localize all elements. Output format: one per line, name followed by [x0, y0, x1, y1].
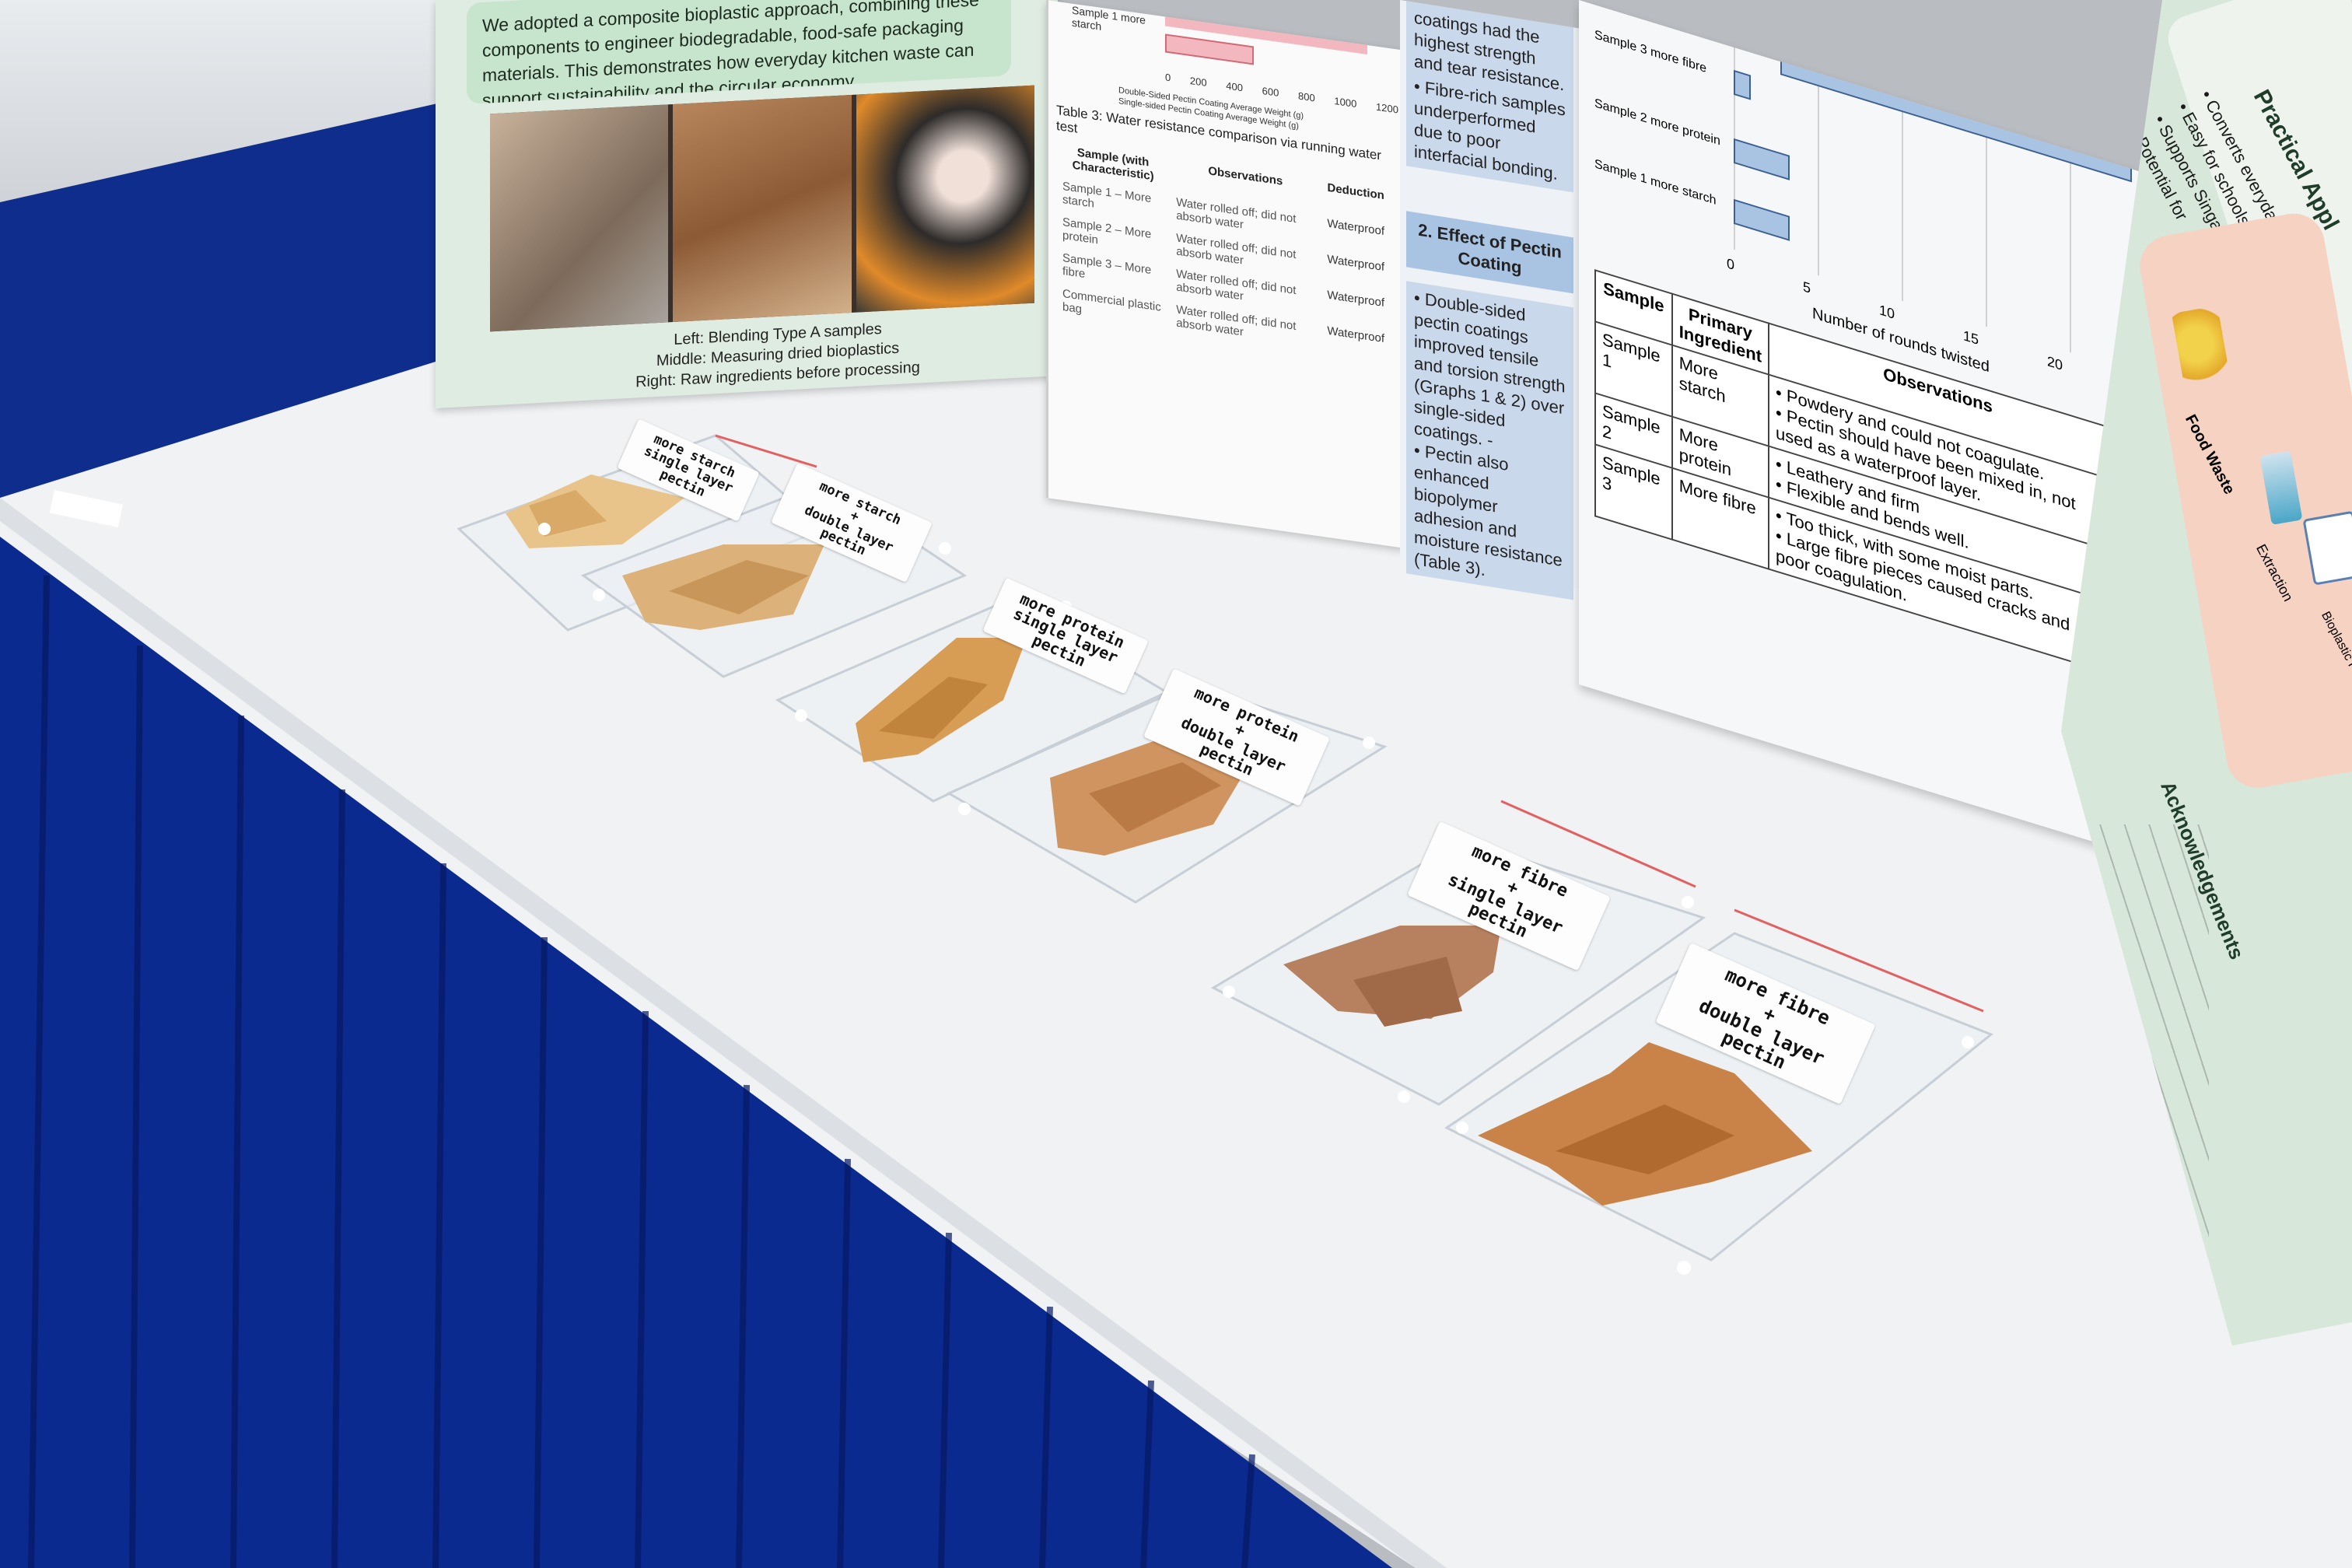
torsion-bar — [1734, 69, 1751, 100]
diagram-label-food-waste: Food Waste — [2181, 411, 2238, 498]
tick-1000: 1000 — [1334, 95, 1357, 110]
torsion-tick: 0 — [1727, 255, 1735, 274]
note-bullet-4: Pectin also enhanced biopolymer adhesion… — [1414, 442, 1563, 580]
tick-400: 400 — [1226, 79, 1243, 94]
intro-panel: We adopted a composite bioplastic approa… — [436, 0, 1058, 408]
tick-1200: 1200 — [1376, 100, 1398, 116]
intro-text: We adopted a composite bioplastic approa… — [482, 0, 979, 104]
results-panel: Sample 1 more starch 0 200 400 600 800 1… — [1046, 0, 1406, 549]
food-waste-icon — [2171, 305, 2233, 398]
packaging-icon — [2302, 510, 2352, 586]
tick-0: 0 — [1165, 71, 1171, 84]
photo-strip — [490, 85, 1034, 332]
tick-800: 800 — [1298, 89, 1315, 104]
photo-measuring — [673, 94, 852, 322]
process-diagram: Food Waste Extraction Bioplastic Packagi… — [2135, 208, 2352, 793]
diagram-label-packaging: Bioplastic Packaging — [2319, 609, 2352, 717]
tick-600: 600 — [1262, 85, 1279, 100]
torsion-bar — [1734, 138, 1790, 180]
tick-200: 200 — [1189, 74, 1207, 89]
diagram-label-extraction: Extraction — [2253, 541, 2297, 604]
note-bullet-2: Fibre-rich samples underperformed due to… — [1414, 78, 1566, 184]
notes-column: coatings had the highest strength and te… — [1400, 0, 1587, 600]
photo-ingredients — [856, 85, 1034, 313]
torsion-bar — [1734, 198, 1790, 241]
weight-bar — [1165, 33, 1254, 65]
extraction-icon — [2259, 450, 2303, 525]
torsion-tick: 5 — [1802, 278, 1811, 297]
intro-text-box: We adopted a composite bioplastic approa… — [467, 0, 1011, 104]
pectin-heading: 2. Effect of Pectin Coating — [1406, 211, 1573, 294]
photo-blending — [490, 104, 669, 332]
note-bullet-3: Double-sided pectin coatings improved te… — [1414, 289, 1566, 450]
